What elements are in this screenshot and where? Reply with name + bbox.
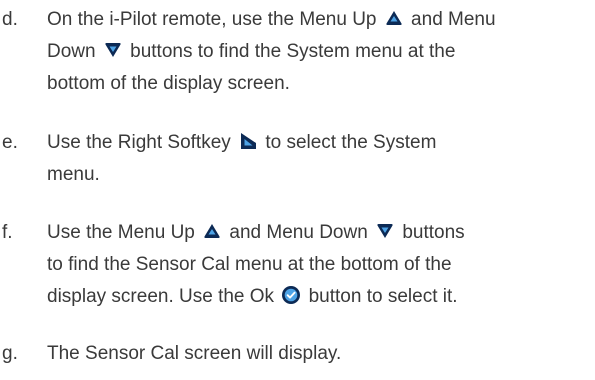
menu-up-icon [384, 8, 404, 28]
step-text: The Sensor Cal screen will display. [47, 338, 595, 370]
step-text: On the i-Pilot remote, use the Menu Up a… [47, 4, 595, 100]
step-line: display screen. Use the Ok button to sel… [47, 281, 595, 313]
step-line: menu. [47, 159, 595, 191]
step-text-segment: Use the Menu Up [47, 222, 201, 243]
step-text-segment: bottom of the display screen. [47, 73, 290, 94]
step-text-segment: to find the Sensor Cal menu at the botto… [47, 254, 452, 275]
menu-down-icon [375, 221, 395, 241]
step-text-segment: buttons to find the System menu at the [124, 41, 456, 62]
menu-up-icon [202, 221, 222, 241]
step-text-segment: and Menu Down [224, 222, 374, 243]
step-text-segment: to select the System [260, 132, 437, 153]
step-line: Use the Right Softkey to select the Syst… [47, 127, 595, 159]
step-letter: e. [2, 132, 18, 153]
step-line: bottom of the display screen. [47, 68, 595, 100]
step-text-segment: The Sensor Cal screen will display. [47, 343, 342, 364]
step-line: On the i-Pilot remote, use the Menu Up a… [47, 4, 595, 36]
step-text-segment: buttons [397, 222, 465, 243]
step-line: to find the Sensor Cal menu at the botto… [47, 249, 595, 281]
step-text-segment: Use the Right Softkey [47, 132, 237, 153]
step-letter: f. [2, 222, 13, 243]
step-line: Use the Menu Up and Menu Down buttons [47, 217, 595, 249]
step-text-segment: menu. [47, 164, 100, 185]
step-letter: g. [2, 343, 18, 364]
ok-check-icon [281, 285, 301, 305]
step-letter: d. [2, 9, 18, 30]
step-line: The Sensor Cal screen will display. [47, 338, 595, 370]
right-softkey-icon [238, 131, 258, 151]
step-text-segment: button to select it. [303, 286, 458, 307]
step-text-segment: On the i-Pilot remote, use the Menu Up [47, 9, 382, 30]
step-line: Down buttons to find the System menu at … [47, 36, 595, 68]
step-text: Use the Right Softkey to select the Syst… [47, 127, 595, 191]
menu-down-icon [103, 40, 123, 60]
step-text-segment: display screen. Use the Ok [47, 286, 280, 307]
step-text-segment: and Menu [405, 9, 496, 30]
step-text-segment: Down [47, 41, 101, 62]
step-text: Use the Menu Up and Menu Down buttons to … [47, 217, 595, 313]
